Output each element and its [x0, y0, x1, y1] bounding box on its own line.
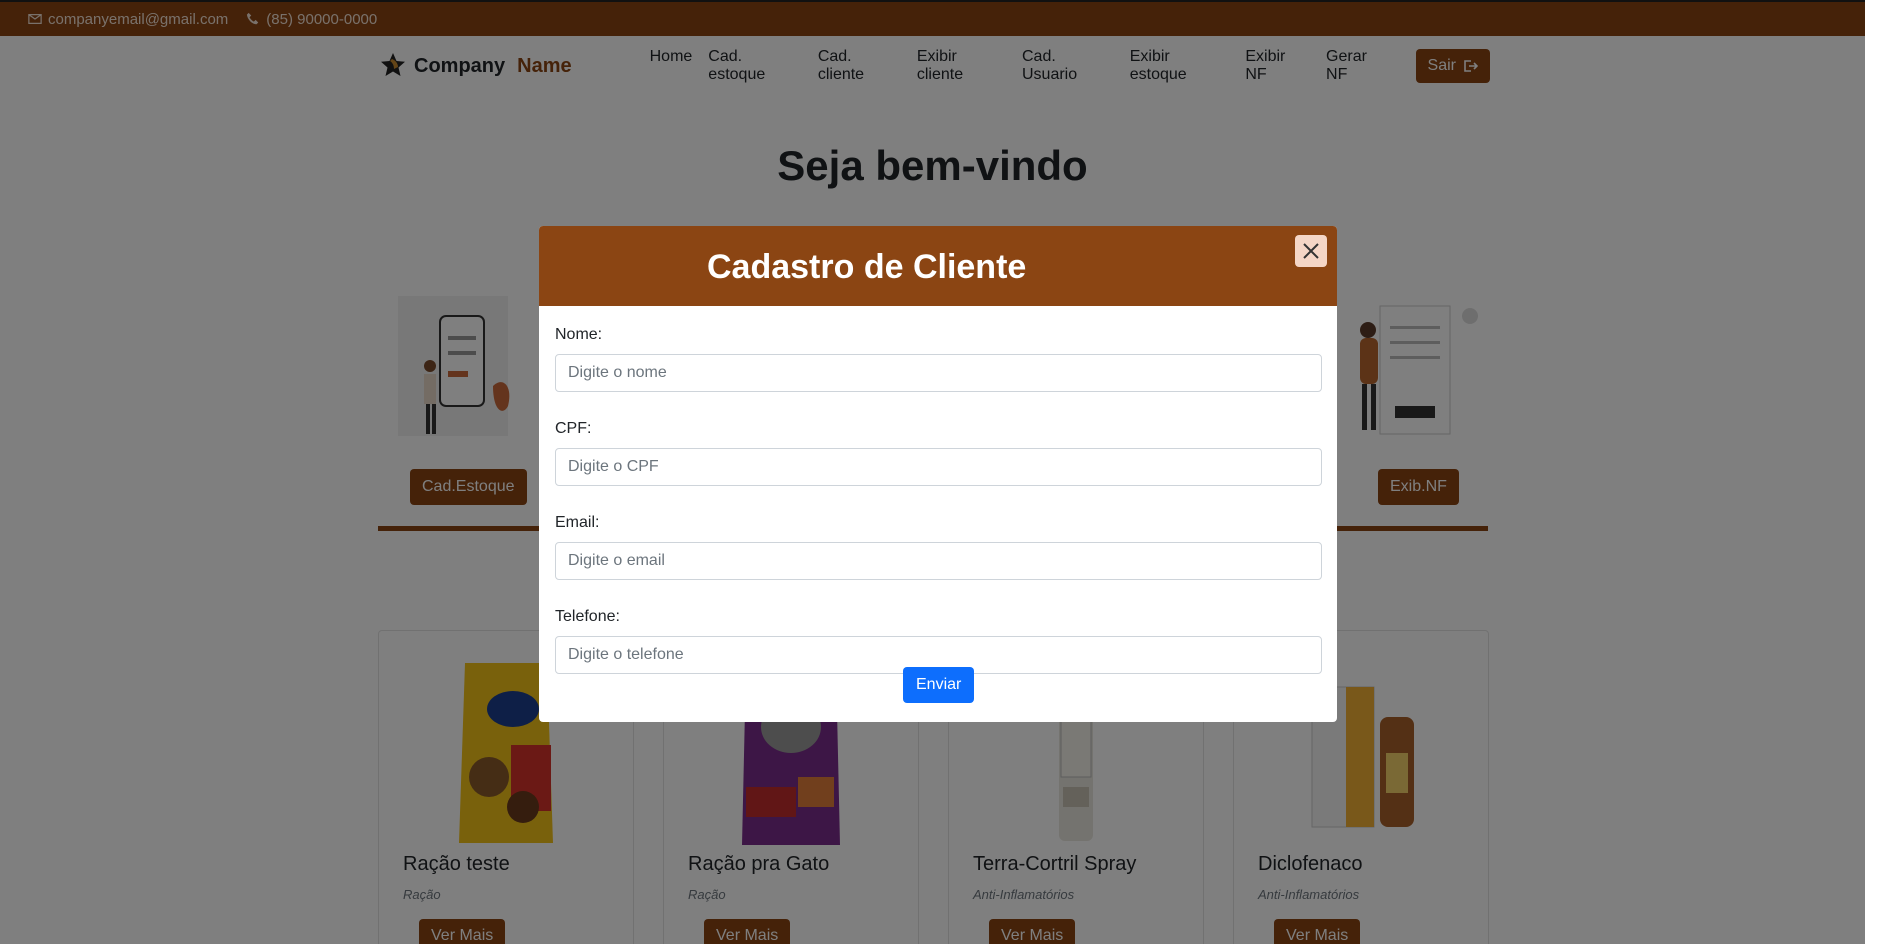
cpf-label: CPF: — [555, 420, 592, 437]
telefone-label: Telefone: — [555, 608, 620, 625]
nome-input[interactable] — [555, 354, 1322, 392]
close-icon — [1303, 243, 1319, 259]
email-input[interactable] — [555, 542, 1322, 580]
email-label: Email: — [555, 514, 600, 531]
modal-title: Cadastro de Cliente — [707, 248, 1027, 286]
cpf-input[interactable] — [555, 448, 1322, 486]
cliente-form: Nome: CPF: Email: Telefone: — [539, 306, 1337, 702]
enviar-button[interactable]: Enviar — [903, 667, 975, 703]
scrollbar-gutter — [1865, 0, 1877, 944]
cadastro-cliente-modal: Cadastro de Cliente Nome: CPF: Email: Te… — [539, 226, 1337, 722]
nome-label: Nome: — [555, 326, 603, 343]
modal-header: Cadastro de Cliente — [539, 226, 1337, 306]
close-button[interactable] — [1295, 235, 1327, 267]
